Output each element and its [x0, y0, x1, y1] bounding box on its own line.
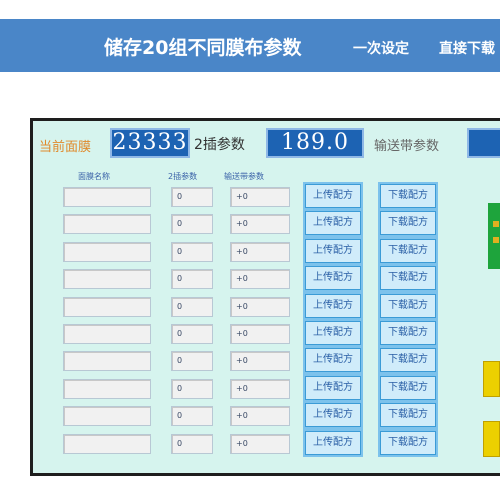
param2-input[interactable]: 0	[171, 378, 213, 399]
download-recipe-button[interactable]: 下载配方	[380, 375, 436, 400]
conveyor-input[interactable]: +0	[230, 187, 290, 207]
recipe-row: 0 +0 上传配方 下载配方	[33, 184, 500, 209]
recipe-row: 0 +0 上传配方 下载配方	[33, 375, 500, 401]
download-recipe-button[interactable]: 下载配方	[380, 184, 436, 208]
recipe-row: 0 +0 上传配方 下载配方	[33, 293, 500, 319]
param2-input[interactable]: 0	[171, 241, 213, 262]
recipe-row: 0 +0 上传配方 下载配方	[33, 266, 500, 291]
upload-recipe-button[interactable]: 上传配方	[305, 403, 361, 428]
param2-input[interactable]: 0	[171, 296, 213, 317]
upload-recipe-button[interactable]: 上传配方	[305, 321, 361, 345]
conveyor-input[interactable]: +0	[230, 406, 290, 427]
column-header-conveyor: 输送带参数	[224, 172, 264, 181]
banner-subtitle-setup: 一次设定	[353, 41, 409, 57]
hmi-panel-frame: 当前面膜 23333 2插参数 189.0 输送带参数 面膜名称 2插参数 输送…	[30, 118, 500, 476]
conveyor-input[interactable]: +0	[230, 296, 290, 317]
upload-recipe-button[interactable]: 上传配方	[305, 293, 361, 318]
conveyor-input[interactable]: +0	[230, 214, 290, 235]
param2-input[interactable]: 0	[171, 351, 213, 372]
upload-recipe-button[interactable]: 上传配方	[305, 348, 361, 373]
download-recipe-button[interactable]: 下载配方	[380, 238, 436, 263]
param2-input[interactable]: 0	[171, 269, 213, 290]
upload-recipe-button[interactable]: 上传配方	[305, 430, 361, 455]
recipe-name-input[interactable]	[63, 378, 151, 399]
conveyor-input[interactable]: +0	[230, 351, 290, 372]
download-recipe-button[interactable]: 下载配方	[380, 430, 436, 455]
upload-recipe-button[interactable]: 上传配方	[305, 184, 361, 208]
header-banner: 储存20组不同膜布参数 一次设定 直接下载	[0, 19, 500, 72]
conveyor-param-display[interactable]	[467, 128, 500, 158]
param2-input[interactable]: 0	[171, 406, 213, 427]
recipe-name-input[interactable]	[63, 351, 151, 372]
param2-input[interactable]: 0	[171, 433, 213, 454]
banner-subtitle-download: 直接下载	[439, 41, 495, 57]
recipe-row: 0 +0 上传配方 下载配方	[33, 211, 500, 236]
download-recipe-button[interactable]: 下载配方	[380, 211, 436, 236]
recipe-row: 0 +0 上传配方 下载配方	[33, 238, 500, 264]
recipe-name-input[interactable]	[63, 406, 151, 427]
download-recipe-button[interactable]: 下载配方	[380, 321, 436, 345]
current-film-label: 当前面膜	[39, 140, 92, 155]
upload-recipe-button[interactable]: 上传配方	[305, 238, 361, 263]
recipe-name-input[interactable]	[63, 324, 151, 344]
param2-input[interactable]: 0	[171, 214, 213, 235]
param2-label: 2插参数	[194, 137, 245, 153]
column-header-name: 面膜名称	[78, 172, 110, 181]
recipe-row: 0 +0 上传配方 下载配方	[33, 348, 500, 373]
download-recipe-button[interactable]: 下载配方	[380, 348, 436, 373]
recipe-name-input[interactable]	[63, 241, 151, 262]
param2-input[interactable]: 0	[171, 187, 213, 207]
conveyor-input[interactable]: +0	[230, 269, 290, 290]
upload-recipe-button[interactable]: 上传配方	[305, 375, 361, 400]
download-recipe-button[interactable]: 下载配方	[380, 293, 436, 318]
download-recipe-button[interactable]: 下载配方	[380, 403, 436, 428]
param2-input[interactable]: 0	[171, 324, 213, 344]
recipe-name-input[interactable]	[63, 433, 151, 454]
recipe-row: 0 +0 上传配方 下载配方	[33, 321, 500, 346]
upload-recipe-button[interactable]: 上传配方	[305, 266, 361, 291]
recipe-name-input[interactable]	[63, 187, 151, 207]
recipe-row: 0 +0 上传配方 下载配方	[33, 430, 500, 456]
current-film-display[interactable]: 23333	[110, 128, 190, 158]
banner-title: 储存20组不同膜布参数	[104, 37, 302, 59]
download-recipe-button[interactable]: 下载配方	[380, 266, 436, 291]
status-indicator	[488, 203, 500, 269]
column-header-param2: 2插参数	[168, 172, 198, 181]
hmi-screen: 当前面膜 23333 2插参数 189.0 输送带参数 面膜名称 2插参数 输送…	[33, 121, 500, 473]
recipe-name-input[interactable]	[63, 269, 151, 290]
param2-display[interactable]: 189.0	[266, 128, 364, 158]
recipe-name-input[interactable]	[63, 214, 151, 235]
upload-recipe-button[interactable]: 上传配方	[305, 211, 361, 236]
conveyor-input[interactable]: +0	[230, 378, 290, 399]
conveyor-input[interactable]: +0	[230, 324, 290, 344]
conveyor-param-label: 输送带参数	[374, 139, 440, 154]
recipe-row: 0 +0 上传配方 下载配方	[33, 403, 500, 428]
recipe-name-input[interactable]	[63, 296, 151, 317]
side-button-2[interactable]	[483, 421, 500, 457]
conveyor-input[interactable]: +0	[230, 241, 290, 262]
conveyor-input[interactable]: +0	[230, 433, 290, 454]
side-button-1[interactable]	[483, 361, 500, 397]
